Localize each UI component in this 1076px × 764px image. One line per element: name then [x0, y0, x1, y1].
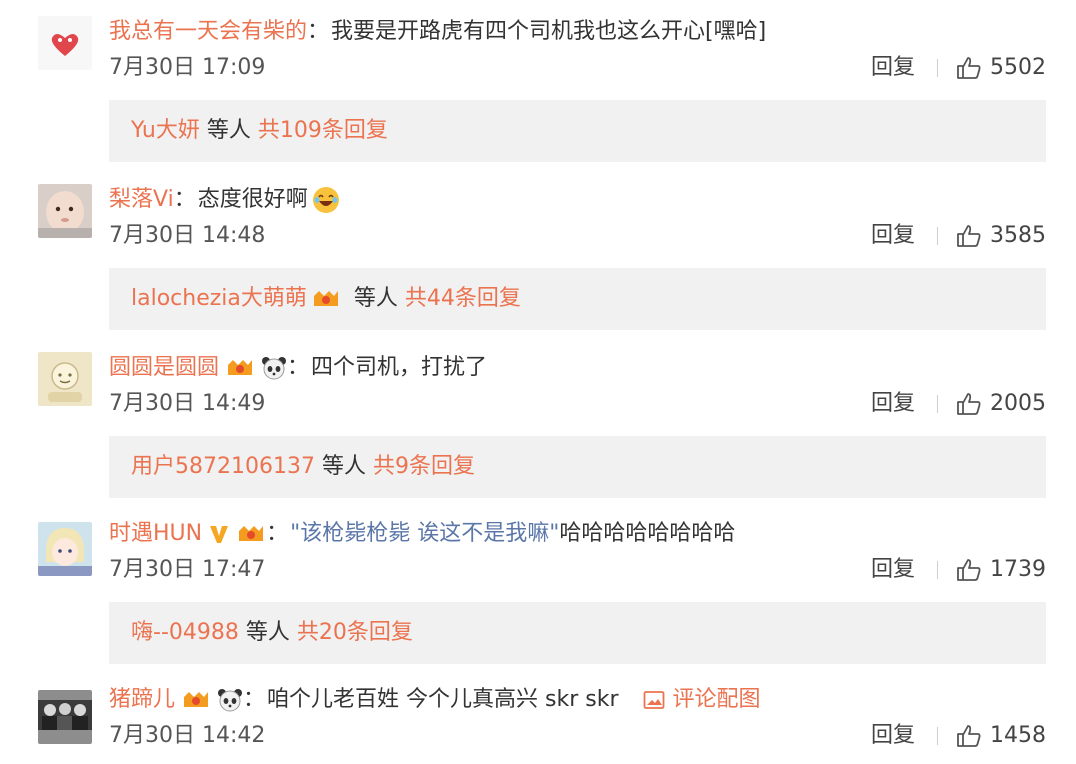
colon: ：: [266, 521, 289, 546]
comment-meta: 7月30日 14:48 回复 3585: [109, 218, 1046, 254]
thumbs-up-icon: [957, 725, 981, 747]
reply-username[interactable]: lalochezia大萌萌: [131, 286, 307, 311]
colon: ：: [307, 19, 330, 44]
reply-summary[interactable]: 用户5872106137 等人 共9条回复: [109, 436, 1046, 498]
reply-button[interactable]: 回复: [871, 50, 915, 86]
comment-username[interactable]: 时遇HUN: [109, 516, 202, 552]
divider: [937, 227, 938, 245]
thumbs-up-icon: [957, 559, 981, 581]
divider: [937, 561, 938, 579]
reply-button[interactable]: 回复: [871, 218, 915, 254]
like-button[interactable]: 1739: [956, 552, 1046, 588]
comment-time: 7月30日 17:09: [109, 55, 266, 80]
comment-actions: 回复 1739: [871, 552, 1046, 588]
reply-username[interactable]: Yu大妍: [131, 118, 200, 143]
like-button[interactable]: 5502: [956, 50, 1046, 86]
comment-username[interactable]: 圆圆是圆圆: [109, 350, 219, 386]
like-button[interactable]: 2005: [956, 386, 1046, 422]
user-avatar[interactable]: [38, 16, 92, 70]
comment-meta: 7月30日 17:47 回复 1739: [109, 552, 1046, 588]
reply-others-text: 等人: [199, 118, 258, 143]
comment-content: 我总有一天会有柴的 ： 我要是开路虎有四个司机我也这么开心[嘿哈]: [109, 14, 766, 50]
like-count: 5502: [990, 55, 1046, 80]
reply-username[interactable]: 用户5872106137: [131, 454, 315, 479]
comment-content: 梨落Vi ： 态度很好啊: [109, 182, 340, 218]
member-crown-icon: [228, 360, 253, 375]
like-count: 2005: [990, 391, 1046, 416]
thumbs-up-icon: [957, 225, 981, 247]
comment-content: 猪蹄儿 ： 咱个儿老百姓 今个儿真高兴 skr skr 评论配图: [109, 682, 761, 718]
comment-time: 7月30日 14:49: [109, 391, 266, 416]
member-badge-icon: [313, 291, 338, 306]
verified-v-icon: [210, 526, 229, 543]
like-count: 3585: [990, 223, 1046, 248]
thumbs-up-icon: [957, 393, 981, 415]
reply-others-text: 等人: [238, 620, 297, 645]
comment-actions: 回复 1458: [871, 718, 1046, 754]
user-avatar[interactable]: [38, 352, 92, 406]
reply-others-text: 等人: [346, 286, 405, 311]
divider: [937, 395, 938, 413]
like-button[interactable]: 3585: [956, 218, 1046, 254]
user-avatar[interactable]: [38, 184, 92, 238]
picture-link-label: 评论配图: [672, 687, 761, 712]
comment-time: 7月30日 14:48: [109, 223, 266, 248]
comment-text: 四个司机，打扰了: [311, 355, 488, 380]
thumbs-up-icon: [957, 57, 981, 79]
comment-text: 态度很好啊: [197, 187, 308, 212]
reply-username[interactable]: 嗨--04988: [131, 620, 239, 645]
comment-meta: 7月30日 17:09 回复 5502: [109, 50, 1046, 86]
reply-count-link[interactable]: 共9条回复: [373, 454, 475, 479]
divider: [937, 727, 938, 745]
reply-others-text: 等人: [314, 454, 373, 479]
reply-summary[interactable]: 嗨--04988 等人 共20条回复: [109, 602, 1046, 664]
colon: ：: [287, 355, 310, 380]
comment-text: 我要是开路虎有四个司机我也这么开心[嘿哈]: [331, 19, 767, 44]
user-avatar[interactable]: [38, 690, 92, 744]
laughing-emoji-icon: [312, 187, 339, 213]
colon: ：: [173, 187, 196, 212]
reply-button[interactable]: 回复: [871, 386, 915, 422]
quoted-text: "该枪毙枪毙 诶这不是我嘛": [290, 521, 560, 546]
comment-picture-link[interactable]: 评论配图: [643, 682, 761, 718]
comment-text: 咱个儿老百姓 今个儿真高兴 skr skr: [267, 687, 619, 712]
reply-count-link[interactable]: 共20条回复: [297, 620, 413, 645]
colon: ：: [243, 687, 266, 712]
comment-username[interactable]: 猪蹄儿: [109, 682, 175, 718]
reply-summary[interactable]: lalochezia大萌萌 等人 共44条回复: [109, 268, 1046, 330]
panda-icon: [218, 689, 243, 712]
comment-meta: 7月30日 14:42 回复 1458: [109, 718, 1046, 754]
image-icon: [643, 691, 664, 709]
comment-content: 圆圆是圆圆 ： 四个司机，打扰了: [109, 350, 487, 386]
comment-time: 7月30日 14:42: [109, 723, 266, 748]
comment-actions: 回复 5502: [871, 50, 1046, 86]
panda-icon: [262, 357, 287, 380]
comment-actions: 回复 2005: [871, 386, 1046, 422]
reply-count-link[interactable]: 共109条回复: [258, 118, 388, 143]
reply-count-link[interactable]: 共44条回复: [405, 286, 521, 311]
member-crown-icon: [239, 526, 264, 541]
divider: [937, 59, 938, 77]
like-count: 1458: [990, 723, 1046, 748]
like-count: 1739: [990, 557, 1046, 582]
reply-button[interactable]: 回复: [871, 552, 915, 588]
comment-content: 时遇HUN ： "该枪毙枪毙 诶这不是我嘛" 哈哈哈哈哈哈哈哈: [109, 516, 735, 552]
reply-summary[interactable]: Yu大妍 等人 共109条回复: [109, 100, 1046, 162]
comment-time: 7月30日 17:47: [109, 557, 266, 582]
user-avatar[interactable]: [38, 522, 92, 576]
comment-text: 哈哈哈哈哈哈哈哈: [559, 521, 736, 546]
comment-username[interactable]: 梨落Vi: [109, 182, 174, 218]
reply-button[interactable]: 回复: [871, 718, 915, 754]
like-button[interactable]: 1458: [956, 718, 1046, 754]
comment-username[interactable]: 我总有一天会有柴的: [109, 14, 307, 50]
comment-actions: 回复 3585: [871, 218, 1046, 254]
member-crown-icon: [184, 692, 209, 707]
comment-meta: 7月30日 14:49 回复 2005: [109, 386, 1046, 422]
